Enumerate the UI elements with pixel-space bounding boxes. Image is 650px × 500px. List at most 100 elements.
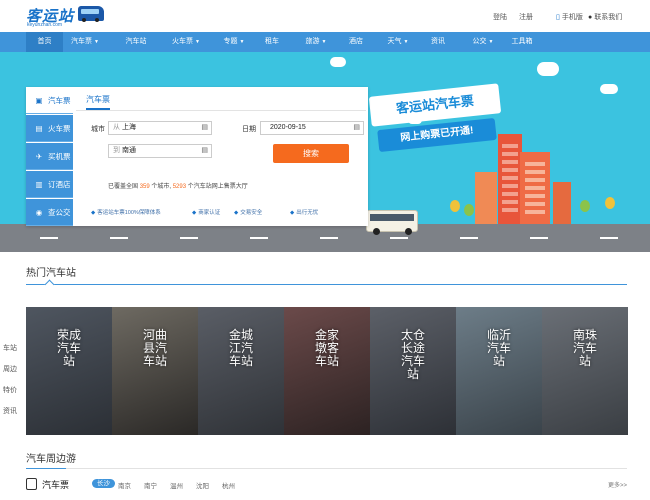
- tree-decoration: [580, 200, 590, 212]
- nav-item-label: 汽车站: [125, 38, 147, 45]
- shield-icon: ◆: [91, 210, 96, 216]
- calendar-icon[interactable]: ▤: [353, 122, 360, 134]
- station-card-name: 临沂 汽车站: [486, 328, 511, 368]
- tree-decoration: [605, 197, 615, 209]
- nav-item[interactable]: 资讯: [424, 32, 452, 52]
- station-card[interactable]: 河曲 县汽 车站: [112, 307, 198, 435]
- cloud-decoration: [600, 84, 618, 94]
- station-card[interactable]: 临沂 汽车站: [456, 307, 542, 435]
- from-prefix: 从: [113, 124, 120, 131]
- building-decoration: [553, 182, 571, 226]
- bus-icon: [26, 478, 37, 490]
- nav-item[interactable]: 专题 ▼: [214, 32, 254, 52]
- section-divider: [26, 284, 627, 285]
- to-city-input[interactable]: 到南通 ▤: [108, 144, 212, 158]
- city-filter[interactable]: 沈阳: [196, 480, 209, 490]
- nav-item-label: 资讯: [431, 38, 445, 45]
- nav-item-label: 酒店: [349, 38, 363, 45]
- tour-title: 汽车周边游: [26, 454, 76, 465]
- cloud-decoration: [537, 62, 559, 76]
- station-card-name: 太仓 长途 汽车站: [400, 328, 425, 381]
- plane-icon: ✈: [35, 152, 43, 161]
- side-tab[interactable]: ▣ 汽车票: [26, 87, 73, 114]
- side-tab[interactable]: ◉ 查公交: [26, 199, 73, 226]
- from-city-input[interactable]: 从上海 ▤: [108, 121, 212, 135]
- city-filter[interactable]: 杭州: [222, 480, 235, 490]
- nav-item[interactable]: 汽车票 ▼: [63, 32, 107, 52]
- person-icon: ●: [588, 14, 593, 21]
- site-logo[interactable]: 客运站 keyunzhan.com: [26, 4, 106, 30]
- station-card-name: 荣成 汽车站: [56, 328, 81, 368]
- mobile-link[interactable]: ▯ 手机版: [556, 12, 583, 22]
- nav-item-label: 汽车票: [71, 38, 93, 45]
- side-tab-label: 查公交: [48, 208, 71, 217]
- chevron-down-icon: ▼: [195, 39, 200, 45]
- nav-item[interactable]: 租车: [258, 32, 286, 52]
- date-label: 日期: [242, 126, 256, 133]
- tour-city-bar: 汽车票 长沙 南京 南宁 温州 沈阳 杭州 更多>>: [26, 477, 627, 493]
- station-card[interactable]: 太仓 长途 汽车站: [370, 307, 456, 435]
- building-windows: [525, 162, 545, 217]
- contact-link[interactable]: ● 联系我们: [588, 12, 622, 22]
- date-input[interactable]: 2020-09-15 ▤: [260, 121, 364, 135]
- city-filter[interactable]: 长沙: [92, 479, 115, 488]
- section-divider: [26, 468, 627, 469]
- shield-icon: ◆: [290, 210, 295, 216]
- chevron-down-icon: ▼: [403, 39, 409, 45]
- side-link[interactable]: 车站: [3, 343, 17, 353]
- to-city-value: 南通: [122, 147, 136, 154]
- chevron-down-icon: ▼: [321, 39, 327, 45]
- feature-label: 交易安全: [240, 210, 263, 216]
- chevron-down-icon: ▼: [239, 39, 245, 45]
- city-filter[interactable]: 南京: [118, 480, 131, 490]
- nav-item[interactable]: 工具箱: [505, 32, 539, 52]
- login-link[interactable]: 登陆: [493, 12, 507, 22]
- side-link[interactable]: 资讯: [3, 406, 17, 416]
- hot-stations-title: 热门汽车站: [26, 268, 76, 279]
- booking-panel: ▣ 汽车票 ▤ 火车票 ✈ 买机票 ▥ 订酒店 ◉ 查公交 汽车票 城市 从上海 ▤ 到南通 ▤ …: [26, 87, 368, 226]
- nav-item[interactable]: 火车票 ▼: [161, 32, 211, 52]
- more-link[interactable]: 更多>>: [608, 480, 627, 489]
- road-decoration: [0, 224, 650, 252]
- nav-item-label: 工具箱: [511, 38, 533, 45]
- logo-bus-icon: [78, 6, 104, 22]
- city-filter[interactable]: 温州: [170, 480, 183, 490]
- bus-stop-icon: ◉: [35, 208, 43, 217]
- logo-subtext: keyunzhan.com: [27, 22, 63, 28]
- city-picker-icon[interactable]: ▤: [201, 122, 208, 134]
- nav-item[interactable]: 酒店: [341, 32, 371, 52]
- search-button[interactable]: 搜索: [273, 144, 349, 163]
- bus-illustration: [366, 210, 418, 235]
- side-link[interactable]: 周边: [3, 364, 17, 374]
- phone-icon: ▯: [556, 14, 560, 21]
- nav-item[interactable]: 首页: [26, 32, 63, 52]
- building-decoration: [475, 172, 497, 226]
- side-tab-label: 汽车票: [48, 96, 71, 105]
- station-card[interactable]: 荣成 汽车站: [26, 307, 112, 435]
- chevron-down-icon: ▼: [94, 39, 99, 45]
- side-tab[interactable]: ▤ 火车票: [26, 115, 73, 142]
- tab-bus-ticket[interactable]: 汽车票: [86, 94, 110, 110]
- register-link[interactable]: 注册: [519, 12, 533, 22]
- nav-item[interactable]: 旅游 ▼: [293, 32, 339, 52]
- side-tab-label: 买机票: [48, 152, 71, 161]
- station-card-name: 金家 墩客 车站: [314, 328, 339, 368]
- nav-item[interactable]: 天气 ▼: [376, 32, 420, 52]
- nav-item[interactable]: 公交 ▼: [463, 32, 503, 52]
- nav-item[interactable]: 汽车站: [113, 32, 159, 52]
- city-picker-icon[interactable]: ▤: [201, 145, 208, 157]
- city-filter[interactable]: 南宁: [144, 480, 157, 490]
- nav-item-label: 火车票: [172, 38, 194, 45]
- station-card[interactable]: 南珠 汽车站: [542, 307, 628, 435]
- side-tab[interactable]: ▥ 订酒店: [26, 171, 73, 198]
- feature-label: 客运站车票100%保障体系: [97, 210, 161, 216]
- date-value: 2020-09-15: [270, 124, 306, 131]
- side-link[interactable]: 特价: [3, 385, 17, 395]
- hotel-icon: ▥: [35, 180, 43, 189]
- station-card[interactable]: 金家 墩客 车站: [284, 307, 370, 435]
- station-card[interactable]: 金城 江汽 车站: [198, 307, 284, 435]
- from-city-value: 上海: [122, 124, 136, 131]
- form-divider: [76, 110, 366, 111]
- side-tab[interactable]: ✈ 买机票: [26, 143, 73, 170]
- main-nav: 首页 汽车票 ▼ 汽车站 火车票 ▼ 专题 ▼ 租车 旅游 ▼ 酒店 天气 ▼ 资讯 公交 ▼ 工具箱: [0, 32, 650, 52]
